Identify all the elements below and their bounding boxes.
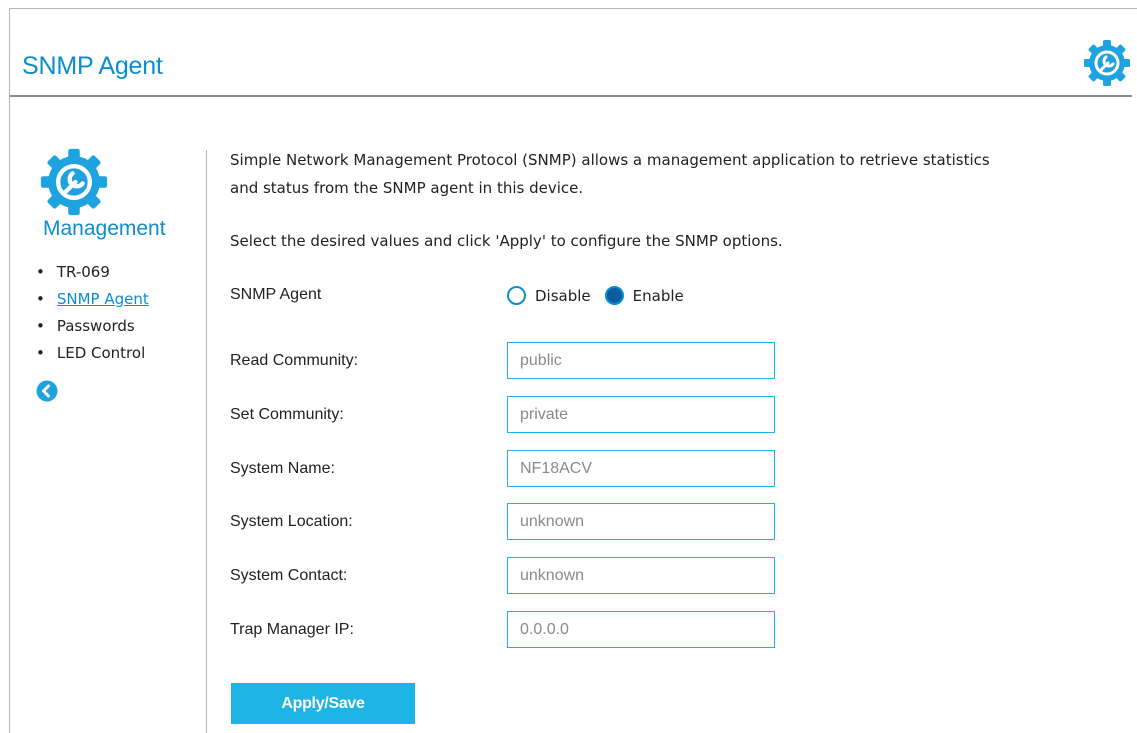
sidebar-divider	[206, 150, 207, 733]
system-name-label: System Name:	[230, 460, 335, 477]
sidebar-title: Management	[43, 217, 166, 240]
management-gear-icon	[40, 148, 108, 216]
system-location-label: System Location:	[230, 513, 353, 530]
radio-circle-icon[interactable]	[507, 286, 526, 305]
sidebar-item-passwords[interactable]: Passwords	[36, 313, 149, 340]
set-community-input[interactable]	[507, 396, 775, 433]
trap-manager-ip-label: Trap Manager IP:	[230, 621, 354, 638]
system-contact-input[interactable]	[507, 557, 775, 594]
gear-wrench-icon	[1084, 40, 1130, 86]
radio-circle-filled-icon[interactable]	[604, 286, 624, 305]
sidebar-nav: TR-069 SNMP Agent Passwords LED Control	[36, 259, 149, 367]
sidebar-item-tr069[interactable]: TR-069	[36, 259, 149, 286]
system-name-input[interactable]	[507, 450, 775, 487]
description-text: and status from the SNMP agent in this d…	[230, 179, 584, 197]
read-community-input[interactable]	[507, 342, 775, 379]
apply-save-button[interactable]: Apply/Save	[231, 683, 415, 724]
snmp-agent-radio-group: Disable Enable	[507, 286, 698, 305]
arrow-left-circle-icon[interactable]	[36, 380, 58, 402]
page-title: SNMP Agent	[22, 52, 163, 80]
set-community-label: Set Community:	[230, 406, 344, 423]
trap-manager-ip-input[interactable]	[507, 611, 775, 648]
system-location-input[interactable]	[507, 503, 775, 540]
instruction-text: Select the desired values and click 'App…	[230, 232, 783, 250]
read-community-label: Read Community:	[230, 352, 359, 369]
system-contact-label: System Contact:	[230, 567, 348, 584]
enable-radio[interactable]: Enable	[604, 286, 684, 305]
sidebar-item-led-control[interactable]: LED Control	[36, 340, 149, 367]
title-divider	[10, 95, 1132, 97]
sidebar-item-snmp-agent[interactable]: SNMP Agent	[36, 286, 149, 313]
snmp-agent-label: SNMP Agent	[230, 286, 322, 303]
description-text: Simple Network Management Protocol (SNMP…	[230, 151, 990, 169]
disable-radio[interactable]: Disable	[507, 286, 591, 305]
